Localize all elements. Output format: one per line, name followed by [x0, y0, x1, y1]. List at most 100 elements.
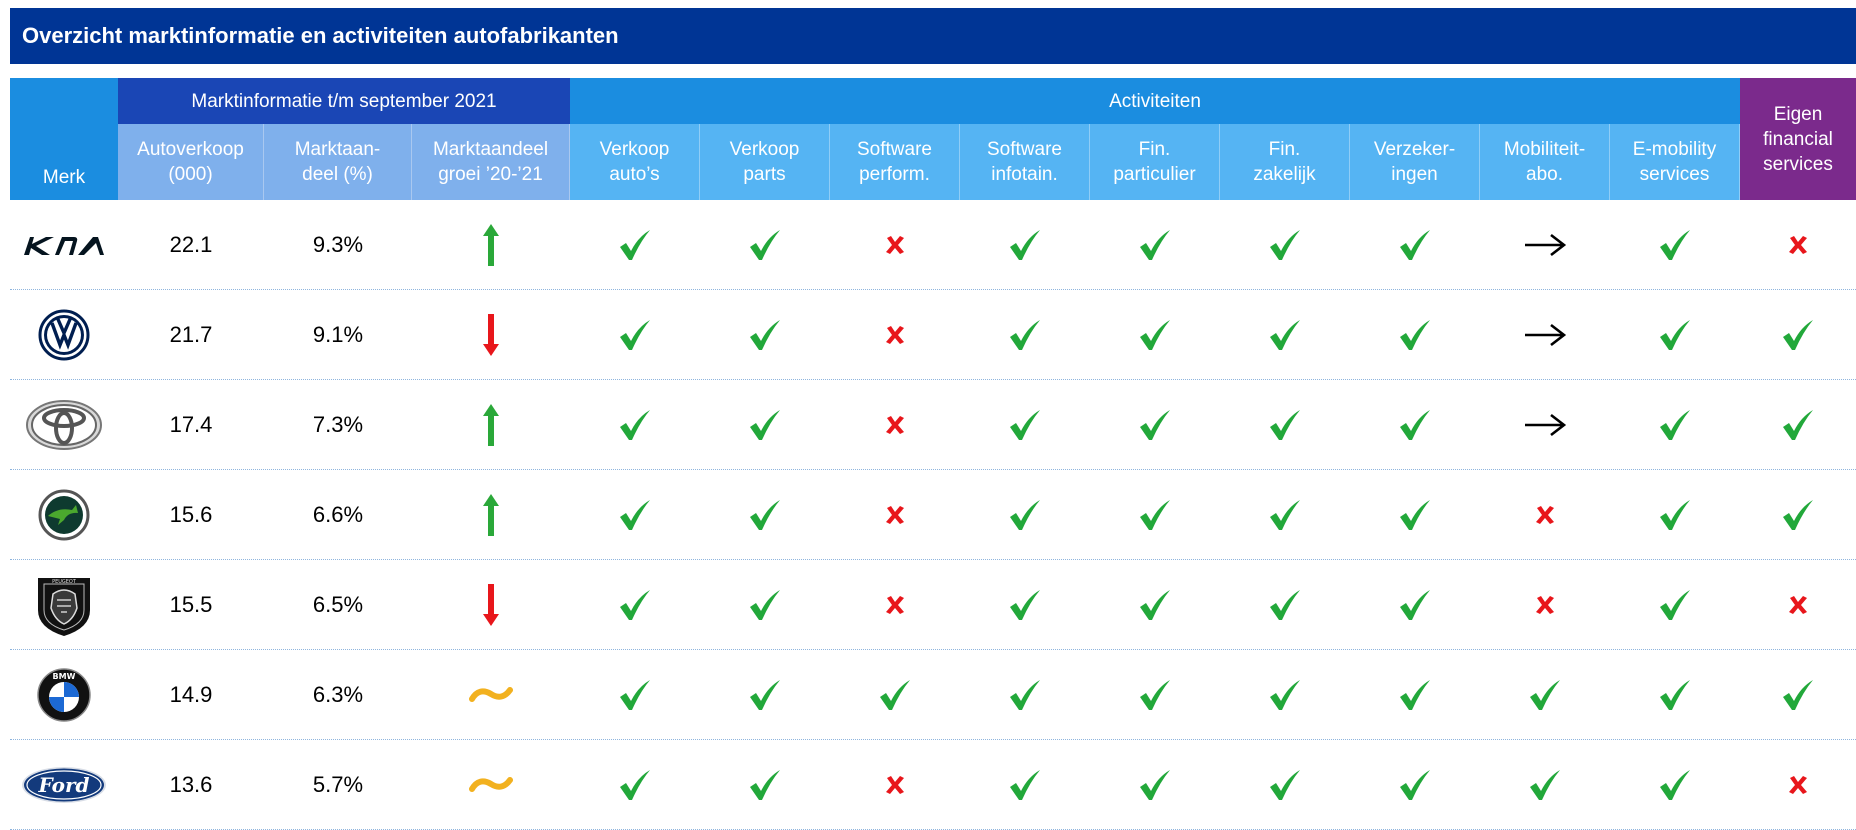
header-activity-col-1: Verkoop parts	[700, 124, 830, 200]
activity-cell	[570, 560, 700, 650]
activity-cell	[700, 740, 830, 830]
header-eigen-label: Eigen financial services	[1763, 103, 1833, 175]
activity-cell	[960, 290, 1090, 380]
activity-cell	[1610, 200, 1740, 290]
activity-cell	[830, 650, 960, 740]
activity-cell	[1610, 380, 1740, 470]
header-activity-col-6: Verzeker- ingen	[1350, 124, 1480, 200]
sales-cell: 14.9	[118, 650, 264, 740]
sales-value: 14.9	[169, 682, 213, 707]
activity-cell	[1610, 560, 1740, 650]
activity-cell	[1090, 740, 1220, 830]
cross-icon	[886, 506, 904, 524]
eigen-cell	[1740, 380, 1856, 470]
activity-cell	[830, 200, 960, 290]
check-icon	[1140, 320, 1170, 350]
activity-cell	[830, 740, 960, 830]
volkswagen-logo	[38, 309, 90, 361]
header-activities-group: Activiteiten	[570, 78, 1740, 124]
header-activity-col-4: Fin. particulier	[1090, 124, 1220, 200]
cross-icon	[1789, 236, 1807, 254]
share-cell: 6.3%	[264, 650, 412, 740]
header-market-group: Marktinformatie t/m september 2021	[118, 78, 570, 124]
sales-cell: 15.6	[118, 470, 264, 560]
sales-value: 22.1	[169, 232, 213, 257]
check-icon	[750, 770, 780, 800]
check-icon	[620, 680, 650, 710]
peugeot-logo: PEUGEOT	[38, 578, 90, 636]
cross-icon	[1789, 596, 1807, 614]
activity-cell	[700, 470, 830, 560]
share-cell: 9.1%	[264, 290, 412, 380]
check-icon	[1140, 590, 1170, 620]
check-icon	[1400, 680, 1430, 710]
header-activity-col-8: E-mobility services	[1610, 124, 1740, 200]
arrow-up-icon	[483, 404, 499, 446]
share-value: 5.7%	[312, 772, 364, 797]
header-market-col-1: Marktaan- deel (%)	[264, 124, 412, 200]
activity-cell	[570, 380, 700, 470]
check-icon	[1270, 320, 1300, 350]
check-icon	[620, 410, 650, 440]
check-icon	[1660, 410, 1690, 440]
growth-cell	[412, 470, 570, 560]
check-icon	[1783, 500, 1813, 530]
sales-cell: 21.7	[118, 290, 264, 380]
check-icon	[750, 590, 780, 620]
check-icon	[620, 320, 650, 350]
sales-value: 17.4	[169, 412, 213, 437]
activity-cell	[700, 290, 830, 380]
eigen-cell	[1740, 470, 1856, 560]
activity-cell	[1480, 200, 1610, 290]
arrow-right-icon	[1525, 233, 1567, 257]
activity-cell	[830, 470, 960, 560]
sales-value: 21.7	[169, 322, 213, 347]
header-market-group-label: Marktinformatie t/m september 2021	[191, 90, 497, 112]
arrow-down-icon	[483, 584, 499, 626]
header-activities-group-label: Activiteiten	[1109, 90, 1201, 112]
activity-cell	[570, 740, 700, 830]
header-activity-col-0: Verkoop auto’s	[570, 124, 700, 200]
eigen-cell	[1740, 740, 1856, 830]
arrow-right-icon	[1525, 323, 1567, 347]
share-cell: 6.5%	[264, 560, 412, 650]
check-icon	[620, 500, 650, 530]
activity-cell	[700, 560, 830, 650]
share-cell: 5.7%	[264, 740, 412, 830]
check-icon	[880, 680, 910, 710]
check-icon	[1400, 590, 1430, 620]
share-value: 9.1%	[312, 322, 364, 347]
growth-cell	[412, 560, 570, 650]
tilde-icon	[469, 687, 513, 702]
check-icon	[1783, 680, 1813, 710]
check-icon	[1010, 320, 1040, 350]
activity-cell	[1480, 560, 1610, 650]
activity-cell	[830, 290, 960, 380]
check-icon	[1010, 680, 1040, 710]
cross-icon	[886, 326, 904, 344]
check-icon	[1400, 410, 1430, 440]
sales-cell: 22.1	[118, 200, 264, 290]
header-merk: Merk	[10, 78, 118, 200]
check-icon	[750, 410, 780, 440]
arrow-right-icon	[1525, 413, 1567, 437]
activity-cell	[1350, 200, 1480, 290]
bmw-logo: BMW	[37, 668, 91, 722]
activity-cell	[1480, 650, 1610, 740]
check-icon	[1270, 680, 1300, 710]
brand-cell	[10, 470, 118, 560]
growth-cell	[412, 380, 570, 470]
check-icon	[1270, 770, 1300, 800]
header-activity-col-label: E-mobility services	[1632, 139, 1717, 185]
tilde-icon	[469, 777, 513, 792]
check-icon	[620, 590, 650, 620]
activity-cell	[570, 650, 700, 740]
header-activity-col-label: Verkoop auto’s	[599, 139, 670, 185]
brand-cell	[10, 290, 118, 380]
check-icon	[1010, 770, 1040, 800]
check-icon	[1010, 410, 1040, 440]
activity-cell	[1480, 290, 1610, 380]
activity-cell	[960, 380, 1090, 470]
check-icon	[1400, 320, 1430, 350]
arrow-down-icon	[483, 314, 499, 356]
